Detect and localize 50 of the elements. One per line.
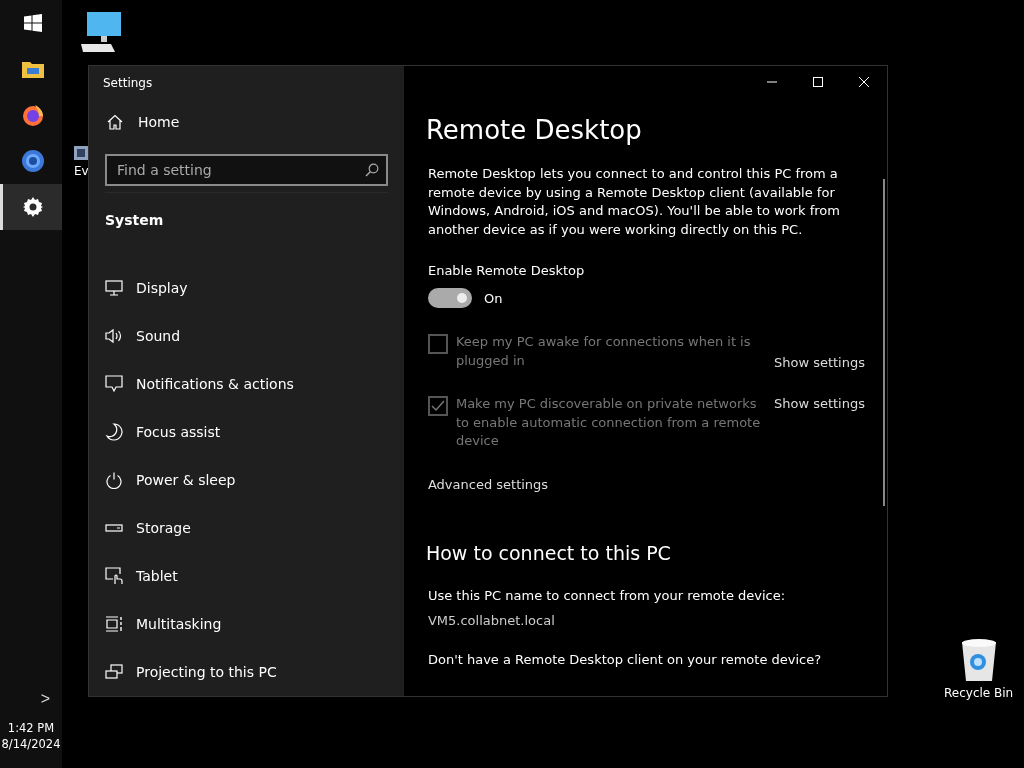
nav-item[interactable]: Projecting to this PC	[105, 648, 388, 696]
desktop-icon-label: Recycle Bin	[944, 686, 1014, 700]
globe-browser-icon	[20, 149, 45, 173]
section-heading: How to connect to this PC	[425, 541, 672, 564]
windows-logo-icon	[23, 14, 42, 32]
pc-name-text: VM5.collabnet.local	[427, 612, 556, 628]
scrollbar[interactable]	[883, 179, 885, 506]
shortcut-icon[interactable]	[74, 146, 88, 160]
nav-item[interactable]: Display	[105, 264, 388, 312]
nav-item[interactable]: Focus assist	[105, 408, 388, 456]
instruction-text: Use this PC name to connect from your remote device:	[427, 587, 787, 603]
settings-icon	[22, 197, 43, 217]
checkbox-label: Make my PC discoverable on private networks to enable automatic connection from a remote device	[455, 395, 762, 450]
advanced-settings-link[interactable]: Advanced settings	[427, 476, 549, 492]
nav-item[interactable]: Multitasking	[105, 600, 388, 648]
home-nav-item[interactable]: Home	[105, 102, 182, 142]
nav-item[interactable]: Tablet	[105, 552, 388, 600]
clock-time: 1:42 PM	[7, 720, 55, 736]
firefox-icon	[20, 103, 45, 127]
tablet-touch-icon	[105, 567, 123, 585]
speaker-icon	[105, 328, 123, 344]
maximize-icon[interactable]	[812, 76, 824, 88]
toggle-state: On	[483, 290, 503, 306]
multitasking-icon	[105, 616, 123, 632]
search-field[interactable]: Find a setting	[105, 154, 388, 186]
monitor-icon	[105, 280, 123, 296]
projecting-icon	[105, 664, 123, 680]
nav-item[interactable]: Storage	[105, 504, 388, 552]
checkbox-label: Keep my PC awake for connections when it is plugged in	[455, 333, 752, 370]
question-text: Don't have a Remote Desktop client on your remote device?	[427, 651, 823, 667]
search-icon	[364, 163, 379, 177]
page-title: Remote Desktop	[425, 115, 643, 145]
toggle-label: Enable Remote Desktop	[427, 263, 586, 278]
description-text: Remote Desktop lets you connect to and control this PC from a remote device by using a Remote Desktop client (available for Windows, Android, iOS and macOS). You'll be able to work from another device as if you were working directly on this PC.	[427, 165, 841, 239]
close-icon[interactable]	[858, 76, 870, 88]
nav-item[interactable]: Notifications & actions	[105, 360, 388, 408]
drive-icon	[105, 524, 123, 532]
section-heading: System	[105, 192, 388, 264]
window-title: Settings	[103, 75, 154, 92]
folder-icon	[20, 59, 45, 79]
message-icon	[105, 375, 123, 393]
expand-button[interactable]: >	[36, 690, 54, 708]
clock-date: 8/14/2024	[1, 736, 61, 752]
nav-item[interactable]: Sound	[105, 312, 388, 360]
settings-taskbar-button[interactable]	[0, 184, 62, 230]
power-icon	[105, 471, 123, 489]
home-icon	[107, 114, 123, 130]
moon-icon	[105, 423, 123, 441]
nav-item[interactable]: Power & sleep	[105, 456, 388, 504]
desktop-icon-label: Ev	[74, 164, 89, 178]
